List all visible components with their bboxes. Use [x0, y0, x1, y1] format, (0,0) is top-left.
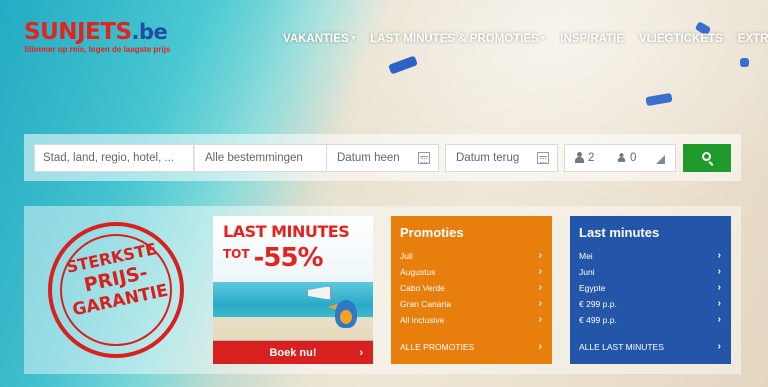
- chevron-right-icon: ›: [717, 266, 721, 277]
- chevron-right-icon: ›: [359, 347, 363, 359]
- destination-input[interactable]: Stad, land, regio, hotel, ...: [34, 144, 194, 172]
- date-to-input[interactable]: Datum terug: [445, 144, 558, 172]
- child-icon: [617, 153, 626, 162]
- chevron-right-icon: ›: [538, 266, 542, 277]
- nav-item-vakanties[interactable]: VAKANTIES ▾: [283, 33, 355, 45]
- banner-headline: LAST MINUTES TOT -55%: [213, 216, 373, 282]
- promoties-item[interactable]: Gran Canaria ›: [391, 296, 552, 312]
- price-guarantee-stamp[interactable]: STERKSTE PRIJS- GARANTIE: [48, 222, 184, 358]
- region-select[interactable]: Alle bestemmingen: [194, 144, 344, 172]
- adult-icon: [575, 152, 584, 163]
- all-last-minutes-link[interactable]: ALLE LAST MINUTES ›: [570, 339, 731, 355]
- last-minutes-banner[interactable]: LAST MINUTES TOT -55% Boek nu! ›: [213, 216, 373, 364]
- panel-title: Promoties: [400, 225, 464, 240]
- promoties-item[interactable]: Juli ›: [391, 248, 552, 264]
- promoties-item[interactable]: All inclusive ›: [391, 312, 552, 328]
- nav-item-extras[interactable]: EXTRA'S: [738, 33, 768, 45]
- chevron-right-icon: ›: [717, 298, 721, 309]
- last-minutes-item[interactable]: € 499 p.p. ›: [570, 312, 731, 328]
- mascot-belly: [340, 310, 352, 324]
- beach-towel: [388, 55, 418, 75]
- logo-tld: .be: [131, 20, 168, 44]
- chevron-right-icon: ›: [538, 298, 542, 309]
- last-minutes-item[interactable]: Juni ›: [570, 264, 731, 280]
- promoties-item[interactable]: Augustus ›: [391, 264, 552, 280]
- item-label: Gran Canaria: [400, 299, 452, 309]
- chevron-right-icon: ›: [717, 250, 721, 261]
- item-label: € 299 p.p.: [579, 299, 617, 309]
- date-from-input[interactable]: Datum heen: [326, 144, 439, 172]
- region-value: Alle bestemmingen: [205, 152, 303, 164]
- last-minutes-panel: Last minutes Mei › Juni › Egypte › € 299 p.…: [570, 216, 731, 364]
- item-label: Mei: [579, 251, 593, 261]
- chevron-right-icon: ›: [538, 341, 542, 352]
- last-minutes-item[interactable]: Mei ›: [570, 248, 731, 264]
- promoties-item[interactable]: Cabo Verde ›: [391, 280, 552, 296]
- book-now-label: Boek nu!: [269, 347, 317, 359]
- item-label: Juli: [400, 251, 413, 261]
- dropdown-triangle-icon: [656, 155, 665, 164]
- travellers-select[interactable]: 2 0: [564, 144, 676, 172]
- chevron-right-icon: ›: [717, 314, 721, 325]
- book-now-button[interactable]: Boek nu! ›: [213, 340, 373, 364]
- main-nav: VAKANTIES ▾ LAST MINUTES & PROMOTIES ▾ INS…: [283, 33, 768, 45]
- last-minutes-item[interactable]: € 299 p.p. ›: [570, 296, 731, 312]
- beach-towel: [740, 58, 749, 67]
- chevron-right-icon: ›: [717, 282, 721, 293]
- logo-brand: SUNJETS: [24, 19, 132, 45]
- all-label: ALLE PROMOTIES: [400, 342, 475, 352]
- item-label: € 499 p.p.: [579, 315, 617, 325]
- all-label: ALLE LAST MINUTES: [579, 342, 664, 352]
- item-label: Juni: [579, 267, 595, 277]
- children-value: 0: [630, 152, 637, 164]
- promo-panels: STERKSTE PRIJS- GARANTIE LAST MINUTES TO…: [24, 206, 741, 374]
- chevron-right-icon: ›: [717, 341, 721, 352]
- date-to-placeholder: Datum terug: [456, 152, 520, 164]
- calendar-icon: [537, 152, 549, 164]
- beach-towel: [645, 92, 673, 107]
- last-minutes-item[interactable]: Egypte ›: [570, 280, 731, 296]
- chevron-down-icon: ▾: [541, 35, 546, 42]
- chevron-right-icon: ›: [538, 250, 542, 261]
- all-promoties-link[interactable]: ALLE PROMOTIES ›: [391, 339, 552, 355]
- item-label: All inclusive: [400, 315, 445, 325]
- adults-count: 2: [575, 145, 594, 171]
- nav-item-vliegtickets[interactable]: VLIEGTICKETS: [639, 33, 723, 45]
- calendar-icon: [418, 152, 430, 164]
- banner-discount: -55%: [253, 243, 324, 273]
- promoties-panel: Promoties Juli › Augustus › Cabo Verde › Gr…: [391, 216, 552, 364]
- item-label: Augustus: [400, 267, 436, 277]
- site-logo[interactable]: SUNJETS.be Slimmer op reis, tegen de laa…: [24, 20, 170, 54]
- nav-label: INSPIRATIE: [560, 33, 624, 45]
- adults-value: 2: [588, 152, 595, 164]
- banner-title: LAST MINUTES: [223, 222, 350, 241]
- children-count: 0: [617, 145, 636, 171]
- nav-label: VLIEGTICKETS: [639, 33, 723, 45]
- nav-label: VAKANTIES: [283, 33, 349, 45]
- chevron-right-icon: ›: [538, 314, 542, 325]
- nav-item-inspiratie[interactable]: INSPIRATIE: [560, 33, 624, 45]
- nav-label: LAST MINUTES & PROMOTIES: [370, 33, 539, 45]
- destination-placeholder: Stad, land, regio, hotel, ...: [43, 152, 175, 164]
- banner-prefix: TOT: [223, 247, 250, 261]
- panel-title: Last minutes: [579, 225, 660, 240]
- nav-label: EXTRA'S: [737, 33, 768, 45]
- search-bar: Stad, land, regio, hotel, ... Alle beste…: [24, 134, 741, 181]
- item-label: Egypte: [579, 283, 606, 293]
- chevron-right-icon: ›: [538, 282, 542, 293]
- logo-tagline: Slimmer op reis, tegen de laagste prijs: [24, 45, 171, 54]
- chevron-down-icon: ▾: [351, 35, 356, 42]
- search-button[interactable]: [683, 144, 731, 172]
- search-icon: [702, 152, 711, 161]
- nav-item-last-minutes-promoties[interactable]: LAST MINUTES & PROMOTIES ▾: [370, 33, 545, 45]
- item-label: Cabo Verde: [400, 283, 445, 293]
- date-from-placeholder: Datum heen: [337, 152, 400, 164]
